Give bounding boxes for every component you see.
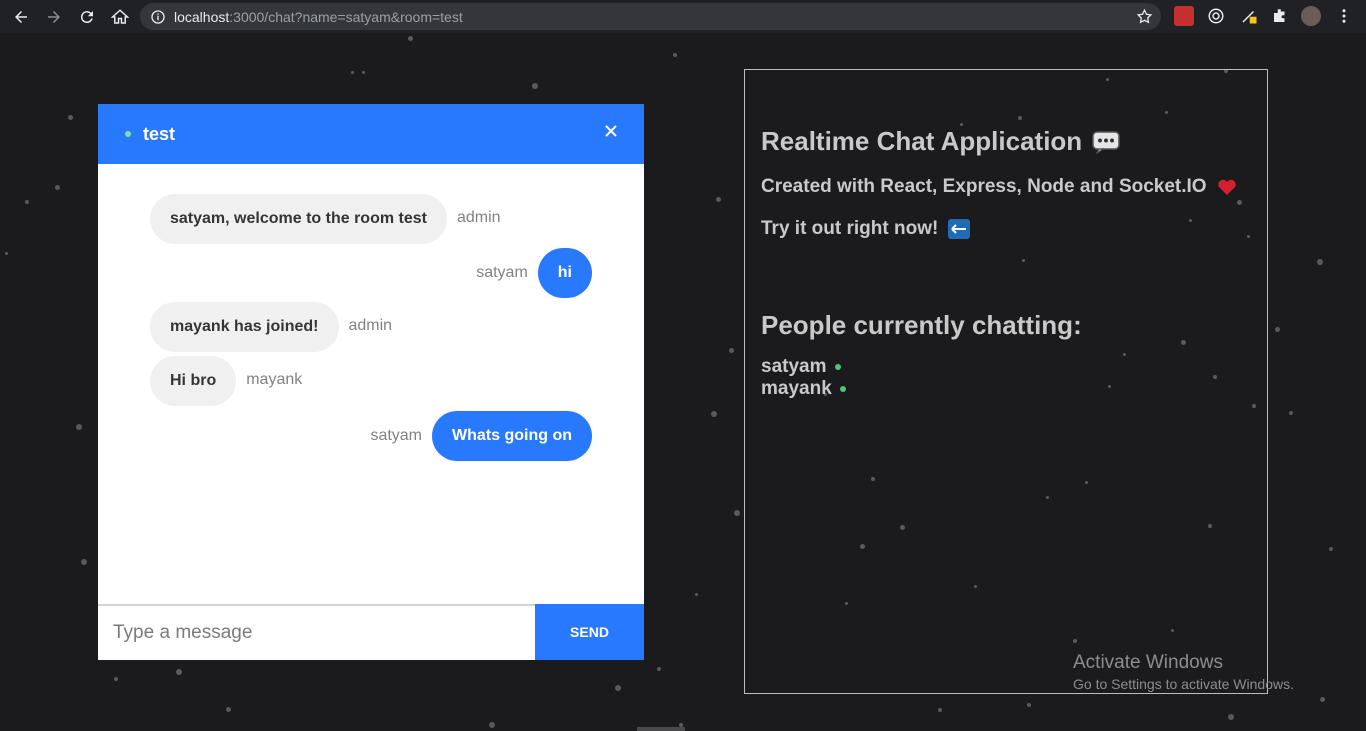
person-item: satyam <box>761 356 841 378</box>
star-dot <box>176 669 182 675</box>
back-arrow-icon <box>15 10 27 23</box>
message-input[interactable] <box>98 606 535 660</box>
address-bar[interactable]: localhost:3000/chat?name=satyam&room=tes… <box>140 3 1161 30</box>
message-bubble: Whats going on <box>432 411 592 461</box>
star-dot <box>1317 259 1323 265</box>
speech-bubble-icon <box>1092 130 1120 154</box>
star-dot <box>362 71 365 74</box>
message-sender: satyam <box>370 427 423 444</box>
chat-header: test <box>98 104 644 164</box>
bookmark-star-icon[interactable] <box>1136 8 1153 25</box>
person-name: mayank <box>761 378 832 399</box>
menu-kebab-icon[interactable] <box>1334 6 1354 26</box>
star-dot <box>489 722 495 728</box>
app-title: Realtime Chat Application <box>761 126 1120 157</box>
star-dot <box>408 36 413 41</box>
site-info-icon <box>151 9 165 24</box>
extension-pen-icon[interactable] <box>1239 6 1259 26</box>
online-dot <box>834 364 841 370</box>
cta-text: Try it out right now! <box>761 218 939 239</box>
star-dot <box>226 707 231 712</box>
star-dot <box>1027 703 1031 707</box>
star-dot <box>615 685 621 691</box>
online-dot <box>839 386 846 392</box>
star-dot <box>673 53 677 57</box>
windows-watermark: Activate Windows Go to Settings to activ… <box>1073 652 1294 692</box>
people-title: People currently chatting: <box>761 310 1082 340</box>
send-button[interactable]: Send <box>535 604 644 660</box>
app-title-text: Realtime Chat Application <box>761 126 1083 156</box>
star-dot <box>1228 714 1234 720</box>
star-dot <box>81 559 87 565</box>
star-dot <box>711 411 717 417</box>
star-dot <box>734 510 740 516</box>
close-icon[interactable] <box>604 124 618 138</box>
message-row: satyam Whats going on <box>370 411 592 461</box>
reload-button[interactable] <box>71 2 103 32</box>
star-dot <box>1329 547 1333 551</box>
star-dot <box>76 424 82 430</box>
extension-target-icon[interactable] <box>1206 6 1226 26</box>
heart-icon <box>1217 178 1237 196</box>
star-dot <box>938 708 942 712</box>
message-sender: mayank <box>246 371 303 388</box>
star-dot <box>729 348 734 353</box>
person-item: mayank <box>761 378 846 400</box>
message-sender: admin <box>348 317 393 334</box>
message-bubble: hi <box>537 248 592 298</box>
message-bubble: satyam, welcome to the room test <box>150 194 447 244</box>
reload-icon <box>80 10 93 23</box>
star-dot <box>657 667 661 671</box>
message-row: Hi bro mayank <box>150 356 302 406</box>
watermark-title: Activate Windows <box>1073 652 1223 673</box>
back-button[interactable] <box>5 2 37 32</box>
message-row: satyam hi <box>476 248 592 298</box>
info-panel: Realtime Chat Application Created with R… <box>744 69 1268 694</box>
star-dot <box>1275 327 1280 332</box>
star-dot <box>1320 697 1325 702</box>
star-dot <box>716 197 721 202</box>
extension-red-icon[interactable] <box>1174 6 1194 26</box>
star-dot <box>68 115 73 120</box>
url-text: localhost:3000/chat?name=satyam&room=tes… <box>174 8 463 25</box>
message-composer: Send <box>98 604 644 660</box>
room-name: test <box>143 123 176 144</box>
message-bubble: Hi bro <box>150 356 237 406</box>
online-status-dot <box>125 131 131 137</box>
left-arrow-icon <box>948 219 971 239</box>
star-dot <box>114 677 118 681</box>
extensions-puzzle-icon[interactable] <box>1270 6 1290 26</box>
app-subtitle-text: Created with React, Express, Node and So… <box>761 176 1207 197</box>
forward-button[interactable] <box>38 2 70 32</box>
watermark-subtitle: Go to Settings to activate Windows. <box>1073 676 1294 692</box>
profile-avatar[interactable] <box>1301 6 1321 26</box>
cta-line: Try it out right now! <box>761 218 971 240</box>
star-dot <box>351 71 354 74</box>
star-dot <box>532 83 538 89</box>
browser-toolbar: localhost:3000/chat?name=satyam&room=tes… <box>0 0 1366 33</box>
message-sender: satyam <box>476 264 528 281</box>
chat-window: test satyam, welcome to the room test ad… <box>98 104 644 660</box>
forward-arrow-icon <box>48 10 60 23</box>
scrollbar-thumb[interactable] <box>637 727 685 731</box>
star-dot <box>695 593 698 596</box>
message-sender: admin <box>456 209 501 226</box>
home-button[interactable] <box>104 2 136 32</box>
message-row: satyam, welcome to the room test admin <box>150 194 501 244</box>
message-row: mayank has joined! admin <box>150 302 392 352</box>
person-name: satyam <box>761 356 827 377</box>
message-bubble: mayank has joined! <box>150 302 339 352</box>
star-dot <box>1289 411 1293 415</box>
app-subtitle: Created with React, Express, Node and So… <box>761 176 1237 198</box>
star-dot <box>5 252 8 255</box>
star-dot <box>55 185 60 190</box>
star-dot <box>25 200 29 204</box>
home-icon <box>111 8 129 24</box>
